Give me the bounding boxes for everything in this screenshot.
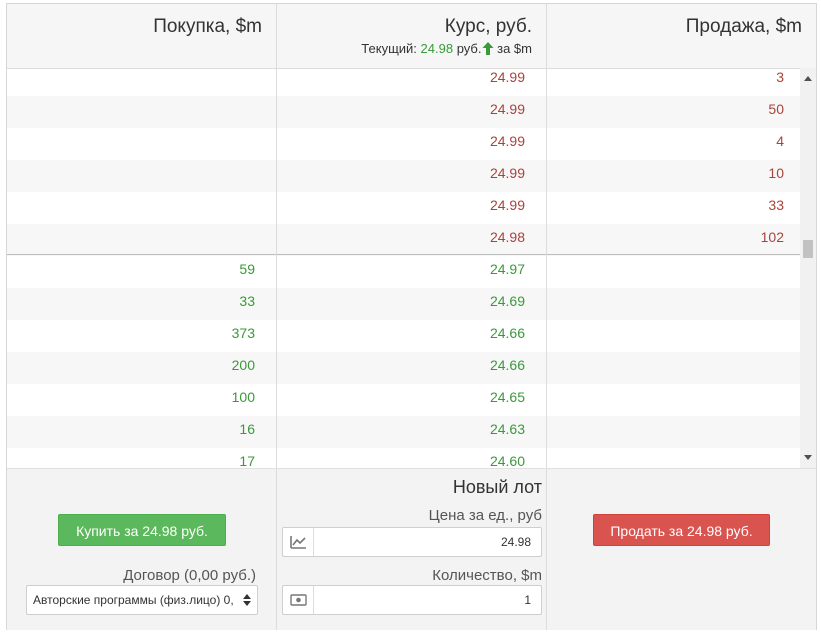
buy-amount-cell	[7, 224, 277, 256]
rate-cell: 24.69	[489, 293, 525, 309]
scroll-up-arrow-icon[interactable]	[804, 76, 812, 81]
order-book-scrollbar[interactable]	[800, 68, 816, 468]
arrow-up-icon	[482, 42, 493, 55]
buy-amount-cell: 100	[231, 389, 255, 405]
rate-cell: 24.66	[489, 357, 525, 373]
rate-column-header: Курс, руб. Текущий: 24.98 руб. за $m	[277, 4, 547, 68]
buy-order-row[interactable]: 59 24.97	[7, 256, 800, 288]
rate-cell: 24.63	[489, 421, 525, 437]
buy-amount-cell	[7, 160, 277, 192]
buy-order-row[interactable]: 16 24.63	[7, 416, 800, 448]
price-value: 24.98	[500, 535, 531, 549]
money-icon	[283, 586, 314, 614]
buy-order-row[interactable]: 33 24.69	[7, 288, 800, 320]
sell-amount-cell: 102	[760, 229, 784, 245]
column-divider	[546, 469, 547, 630]
buy-column-title: Покупка, $m	[153, 16, 262, 37]
exchange-panel: Покупка, $m Курс, руб. Текущий: 24.98 ру…	[6, 3, 817, 630]
buy-amount-cell: 33	[239, 293, 255, 309]
buy-amount-cell: 59	[239, 261, 255, 277]
sell-order-row[interactable]: 24.99 3	[7, 68, 800, 96]
order-book: 24.99 3 24.99 50 24.99 4 24.99 10 24.99 …	[7, 68, 800, 468]
buy-amount-cell	[7, 128, 277, 160]
sell-amount-cell: 3	[776, 69, 784, 85]
new-order-panel: Купить за 24.98 руб. Договор (0,00 руб.)…	[7, 468, 816, 630]
rate-cell: 24.99	[489, 197, 525, 213]
buy-order-row[interactable]: 200 24.66	[7, 352, 800, 384]
rate-cell: 24.99	[489, 165, 525, 181]
sell-column-title: Продажа, $m	[685, 16, 802, 37]
table-header: Покупка, $m Курс, руб. Текущий: 24.98 ру…	[7, 4, 816, 69]
sell-amount-cell	[547, 448, 800, 468]
scroll-down-arrow-icon[interactable]	[804, 455, 812, 460]
buy-amount-cell	[7, 68, 277, 96]
sell-order-row[interactable]: 24.99 50	[7, 96, 800, 128]
spread-divider	[7, 254, 800, 255]
buy-order-row[interactable]: 373 24.66	[7, 320, 800, 352]
rate-cell: 24.99	[489, 133, 525, 149]
sell-amount-cell	[547, 352, 800, 384]
scrollbar-thumb[interactable]	[803, 240, 813, 258]
buy-amount-cell	[7, 192, 277, 224]
sell-amount-cell	[547, 320, 800, 352]
sell-amount-cell: 33	[768, 197, 784, 213]
sell-amount-cell: 4	[776, 133, 784, 149]
current-rate-value: 24.98	[420, 41, 454, 56]
rate-cell: 24.99	[489, 69, 525, 85]
rate-column-title: Курс, руб.	[444, 16, 532, 37]
sell-amount-cell: 50	[768, 101, 784, 117]
select-caret-icon	[243, 594, 251, 606]
contract-label: Договор (0,00 руб.)	[123, 567, 256, 584]
rate-cell: 24.97	[489, 261, 525, 277]
sell-order-row[interactable]: 24.99 4	[7, 128, 800, 160]
sell-amount-cell: 10	[768, 165, 784, 181]
quantity-value: 1	[524, 593, 531, 607]
sell-amount-cell	[547, 416, 800, 448]
buy-amount-cell	[7, 96, 277, 128]
sell-amount-cell	[547, 256, 800, 288]
chart-icon	[283, 528, 314, 556]
sell-amount-cell	[547, 288, 800, 320]
buy-amount-cell: 373	[231, 325, 255, 341]
sell-amount-cell	[547, 384, 800, 416]
current-rate-suffix: за $m	[497, 41, 532, 56]
contract-select-value: Авторские программы (физ.лицо) 0,	[33, 593, 234, 607]
sell-order-row[interactable]: 24.99 33	[7, 192, 800, 224]
sell-order-row[interactable]: 24.99 10	[7, 160, 800, 192]
buy-amount-cell: 200	[231, 357, 255, 373]
rate-cell: 24.66	[489, 325, 525, 341]
buy-order-row[interactable]: 100 24.65	[7, 384, 800, 416]
buy-order-row[interactable]: 17 24.60	[7, 448, 800, 468]
rate-cell: 24.60	[489, 453, 525, 468]
sell-column-header: Продажа, $m	[547, 4, 816, 68]
sell-button[interactable]: Продать за 24.98 руб.	[593, 514, 770, 546]
column-divider	[276, 68, 277, 468]
buy-amount-cell: 17	[239, 453, 255, 468]
rate-cell: 24.98	[489, 229, 525, 245]
buy-column-header: Покупка, $m	[7, 4, 277, 68]
current-rate-unit: руб.	[456, 41, 482, 56]
quantity-label: Количество, $m	[432, 567, 542, 584]
buy-button[interactable]: Купить за 24.98 руб.	[58, 514, 226, 546]
current-rate: Текущий: 24.98 руб. за $m	[361, 41, 532, 56]
column-divider	[546, 68, 547, 468]
rate-cell: 24.65	[489, 389, 525, 405]
quantity-input[interactable]: 1	[282, 585, 542, 615]
current-rate-prefix: Текущий:	[361, 41, 417, 56]
price-label: Цена за ед., руб	[428, 507, 542, 524]
new-lot-title: Новый лот	[452, 477, 542, 497]
column-divider	[276, 469, 277, 630]
buy-amount-cell: 16	[239, 421, 255, 437]
price-input[interactable]: 24.98	[282, 527, 542, 557]
sell-order-row[interactable]: 24.98 102	[7, 224, 800, 256]
contract-select[interactable]: Авторские программы (физ.лицо) 0,	[26, 585, 258, 615]
rate-cell: 24.99	[489, 101, 525, 117]
